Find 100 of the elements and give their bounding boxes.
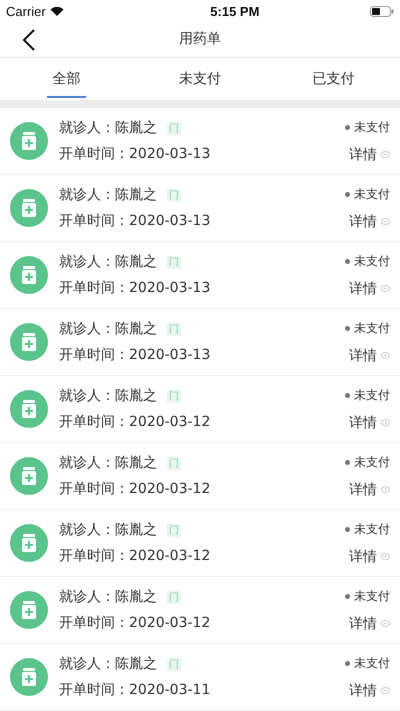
visit-tag: 门 (167, 658, 181, 671)
date-label: 开单时间： (59, 480, 129, 498)
date-label: 开单时间： (59, 614, 129, 632)
detail-link[interactable]: 详情 (349, 146, 377, 164)
detail-link[interactable]: 详情 (349, 346, 377, 365)
medicine-bottle-icon (10, 256, 48, 294)
tab[interactable]: 已支付 (266, 58, 400, 100)
date-label: 开单时间： (59, 212, 129, 230)
tab[interactable]: 未支付 (133, 58, 267, 100)
payment-status: 未支付 (354, 654, 390, 672)
medicine-bottle-icon (10, 457, 48, 496)
order-date: 2020-03-13 (129, 347, 210, 364)
battery-icon (370, 6, 394, 18)
visit-tag: 门 (167, 590, 181, 604)
patient-label: 就诊人： (59, 454, 115, 472)
eye-icon (381, 151, 390, 158)
detail-link[interactable]: 详情 (349, 414, 377, 432)
visit-tag: 门 (167, 524, 181, 537)
date-label: 开单时间： (59, 145, 129, 164)
detail-link[interactable]: 详情 (349, 212, 377, 231)
page-title: 用药单 (179, 30, 221, 48)
order-date: 2020-03-12 (129, 615, 210, 632)
payment-status: 未支付 (354, 118, 390, 136)
back-icon[interactable] (22, 29, 36, 52)
eye-icon (381, 419, 390, 426)
order-date: 2020-03-13 (129, 280, 210, 296)
visit-tag: 门 (167, 456, 181, 470)
patient-label: 就诊人： (59, 119, 115, 138)
status-dot (345, 660, 350, 666)
status-dot (345, 124, 350, 130)
eye-icon (381, 218, 390, 226)
patient-name: 陈胤之 (115, 454, 157, 472)
patient-name: 陈胤之 (115, 253, 157, 272)
status-dot (345, 326, 350, 331)
patient-label: 就诊人： (59, 521, 115, 540)
payment-status: 未支付 (354, 252, 390, 270)
medicine-bottle-icon (10, 189, 48, 228)
order-row[interactable]: 就诊人：陈胤之 门 开单时间：2020-03-12 未支付 详情 (0, 443, 400, 510)
tab[interactable]: 全部 (0, 58, 134, 100)
payment-status: 未支付 (354, 454, 390, 471)
eye-icon (381, 553, 390, 560)
payment-status: 未支付 (354, 386, 390, 404)
medicine-bottle-icon (10, 524, 48, 562)
patient-label: 就诊人： (59, 588, 115, 606)
detail-link[interactable]: 详情 (349, 614, 377, 633)
detail-link[interactable]: 详情 (349, 480, 377, 499)
payment-status: 未支付 (354, 588, 390, 605)
eye-icon (381, 687, 390, 694)
detail-link[interactable]: 详情 (349, 280, 377, 298)
order-row[interactable]: 就诊人：陈胤之 门 开单时间：2020-03-12 未支付 详情 (0, 577, 400, 644)
medicine-bottle-icon (10, 658, 48, 696)
detail-link[interactable]: 详情 (349, 548, 377, 566)
patient-name: 陈胤之 (115, 655, 157, 674)
status-dot (345, 460, 350, 465)
status-dot (345, 594, 350, 599)
patient-name: 陈胤之 (115, 588, 157, 606)
patient-name: 陈胤之 (115, 521, 157, 540)
status-dot (345, 258, 350, 264)
order-date: 2020-03-12 (129, 481, 210, 498)
visit-tag: 门 (167, 322, 181, 336)
visit-tag: 门 (167, 256, 181, 269)
order-date: 2020-03-13 (129, 213, 210, 230)
visit-tag: 门 (167, 122, 181, 135)
clock-time: 5:15 PM (210, 4, 260, 20)
date-label: 开单时间： (59, 413, 129, 432)
status-dot (345, 192, 350, 197)
eye-icon (381, 352, 390, 360)
patient-label: 就诊人： (59, 253, 115, 272)
eye-icon (381, 486, 390, 494)
payment-status: 未支付 (354, 320, 390, 337)
status-dot (345, 392, 350, 398)
patient-name: 陈胤之 (115, 186, 157, 204)
order-row[interactable]: 就诊人：陈胤之 门 开单时间：2020-03-11 未支付 详情 (0, 644, 400, 711)
patient-label: 就诊人： (59, 387, 115, 406)
eye-icon (381, 620, 390, 628)
eye-icon (381, 285, 390, 292)
patient-label: 就诊人： (59, 320, 115, 338)
patient-name: 陈胤之 (115, 387, 157, 406)
payment-status: 未支付 (354, 186, 390, 203)
medicine-bottle-icon (10, 323, 48, 362)
order-row[interactable]: 就诊人：陈胤之 门 开单时间：2020-03-12 未支付 详情 (0, 376, 400, 444)
medicine-bottle-icon (10, 591, 48, 630)
order-row[interactable]: 就诊人：陈胤之 门 开单时间：2020-03-13 未支付 详情 (0, 108, 400, 176)
patient-name: 陈胤之 (115, 119, 157, 138)
order-date: 2020-03-12 (129, 414, 210, 430)
date-label: 开单时间： (59, 279, 129, 298)
date-label: 开单时间： (59, 681, 129, 700)
order-date: 2020-03-13 (129, 146, 210, 162)
date-label: 开单时间： (59, 547, 129, 566)
order-row[interactable]: 就诊人：陈胤之 门 开单时间：2020-03-13 未支付 详情 (0, 242, 400, 310)
medicine-bottle-icon (10, 390, 48, 428)
order-row[interactable]: 就诊人：陈胤之 门 开单时间：2020-03-12 未支付 详情 (0, 510, 400, 578)
visit-tag: 门 (167, 188, 181, 202)
patient-name: 陈胤之 (115, 320, 157, 338)
detail-link[interactable]: 详情 (349, 682, 377, 700)
order-date: 2020-03-11 (129, 682, 210, 698)
wifi-icon (50, 6, 64, 18)
order-row[interactable]: 就诊人：陈胤之 门 开单时间：2020-03-13 未支付 详情 (0, 309, 400, 376)
order-row[interactable]: 就诊人：陈胤之 门 开单时间：2020-03-13 未支付 详情 (0, 175, 400, 242)
status-dot (345, 526, 350, 532)
